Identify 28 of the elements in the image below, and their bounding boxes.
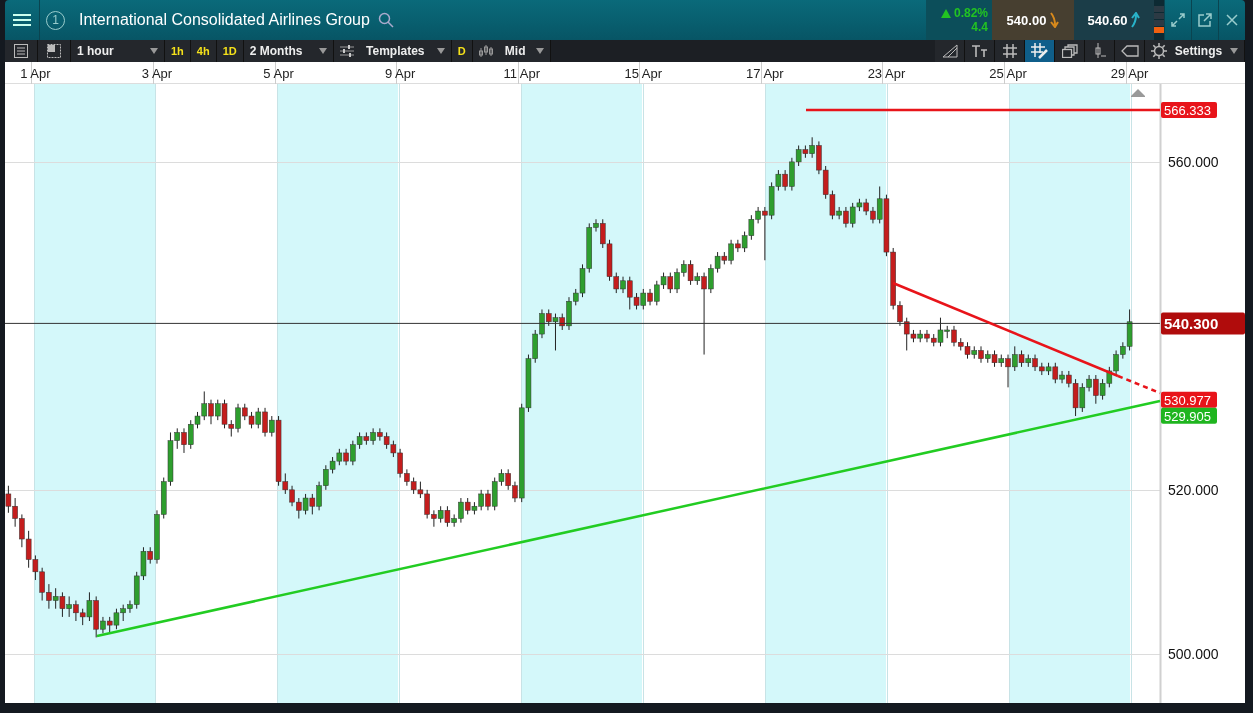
settings-button[interactable]: Settings — [1145, 40, 1245, 62]
change-percent: 0.82% — [953, 6, 988, 20]
interval-preset-button[interactable]: 1h — [165, 40, 191, 62]
date-label: 29 Apr — [1110, 66, 1149, 81]
price-type-dropdown[interactable]: Mid — [472, 40, 551, 62]
change-points: 4.4 — [971, 20, 988, 34]
instrument-title: International Consolidated Airlines Group — [79, 11, 370, 29]
interval-preset-button[interactable]: 4h — [190, 40, 217, 62]
interval-dropdown[interactable]: 1 hour — [71, 40, 165, 62]
range-dropdown[interactable]: 2 Months — [243, 40, 334, 62]
price-tick-label: 560.000 — [1168, 153, 1219, 170]
date-label: 1 Apr — [20, 66, 51, 81]
d-button[interactable]: D — [451, 40, 473, 62]
templates-dropdown[interactable]: Templates — [333, 40, 452, 62]
price-level-label: 540.300 — [1161, 312, 1245, 335]
sell-button[interactable]: 540.00 — [992, 0, 1074, 40]
date-label: 3 Apr — [141, 66, 173, 81]
date-label: 9 Apr — [384, 66, 416, 81]
price-tick-label: 520.000 — [1168, 481, 1219, 498]
price-tick-label: 500.000 — [1168, 645, 1219, 662]
buy-button[interactable]: 540.60 — [1074, 0, 1154, 40]
date-label: 15 Apr — [624, 66, 663, 81]
date-label: 25 Apr — [989, 66, 1027, 81]
interval-preset-button[interactable]: 1D — [216, 40, 244, 62]
date-label: 11 Apr — [503, 66, 540, 81]
date-label: 5 Apr — [263, 66, 294, 81]
date-label: 17 Apr — [746, 66, 784, 81]
date-label: 23 Apr — [867, 66, 906, 81]
